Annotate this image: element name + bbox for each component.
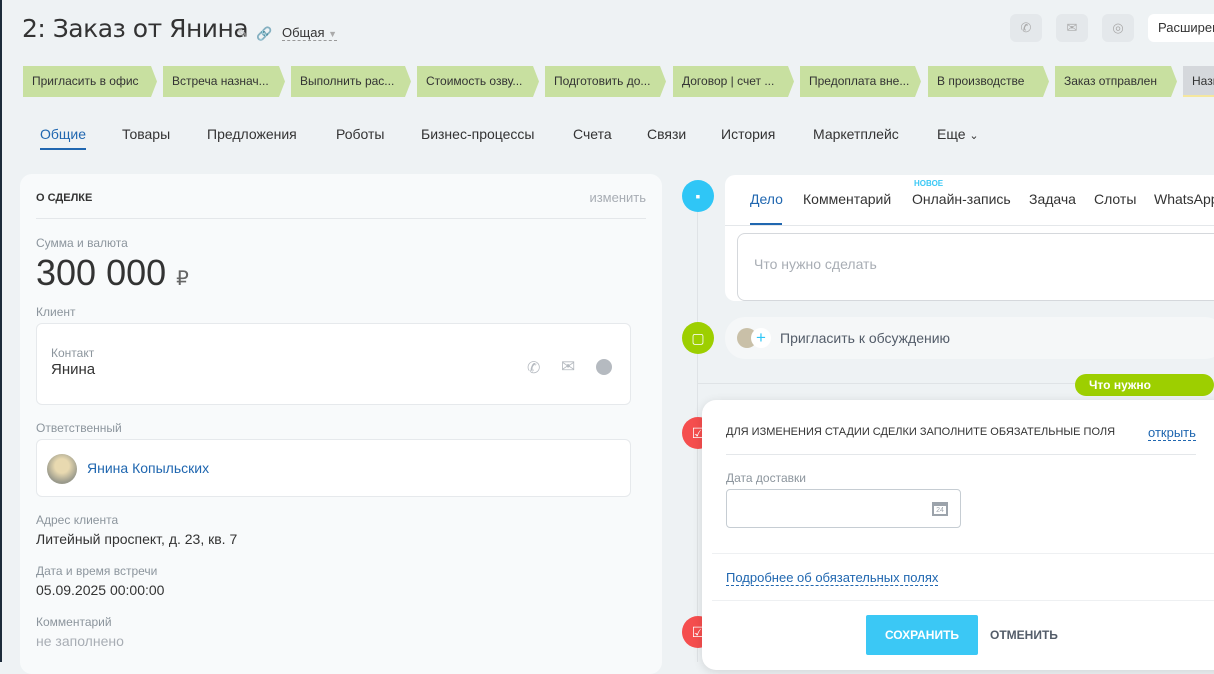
popup-title: ДЛЯ ИЗМЕНЕНИЯ СТАДИИ СДЕЛКИ ЗАПОЛНИТЕ ОБ… [726, 426, 1116, 438]
comment-label: Комментарий [36, 615, 112, 629]
amount: 300 000 [36, 252, 167, 293]
tab-deal[interactable]: Дело [750, 191, 783, 207]
page-title: 2: Заказ от Янина [22, 14, 249, 43]
tab-invoices[interactable]: Счета [573, 126, 612, 142]
save-button[interactable]: СОХРАНИТЬ [866, 615, 978, 655]
active-tab-indicator [40, 148, 86, 150]
phone-button[interactable]: ✆ [1010, 14, 1042, 42]
client-box: Контакт Янина ✆ ✉ [36, 323, 631, 405]
divider [726, 454, 1196, 455]
edit-title-icon[interactable]: ✎ [237, 26, 248, 42]
stage-6[interactable]: Предоплата вне... [800, 66, 921, 97]
tab-more-label: Еще [937, 126, 966, 142]
stage-0[interactable]: Пригласить в офис [23, 66, 157, 97]
address-value: Литейный проспект, д. 23, кв. 7 [36, 531, 238, 547]
meeting-label: Дата и время встречи [36, 564, 158, 578]
phone-icon[interactable]: ✆ [527, 358, 540, 378]
deal-card: О СДЕЛКЕ изменить Сумма и валюта 300 000… [20, 174, 662, 674]
contact-label: Контакт [51, 346, 95, 360]
comment-value: не заполнено [36, 633, 124, 649]
left-edge [0, 0, 2, 662]
tab-products[interactable]: Товары [122, 126, 170, 142]
stage-4[interactable]: Подготовить до... [545, 66, 666, 97]
amount-value: 300 000 ₽ [36, 252, 189, 294]
tab-offers[interactable]: Предложения [207, 126, 297, 142]
contact-name[interactable]: Янина [51, 361, 95, 378]
open-link[interactable]: открыть [1148, 425, 1196, 441]
chat-icon[interactable] [596, 359, 612, 375]
invite-bar[interactable]: + Пригласить к обсуждению [725, 317, 1214, 359]
responsible-name[interactable]: Янина Копыльских [87, 460, 209, 476]
tab-history[interactable]: История [721, 126, 775, 142]
link-icon[interactable]: 🔗 [256, 26, 272, 42]
new-badge: НОВОЕ [914, 179, 944, 188]
divider [712, 553, 1214, 554]
section-title: О СДЕЛКЕ [36, 192, 93, 204]
comment-icon: ▢ [682, 322, 714, 354]
client-label: Клиент [36, 305, 76, 319]
more-info-link[interactable]: Подробнее об обязательных полях [726, 570, 939, 586]
activity-icon: ▪ [682, 180, 714, 212]
email-icon[interactable]: ✉ [561, 357, 575, 377]
extended-button[interactable]: Расширен [1148, 14, 1214, 42]
category-label: Общая [282, 25, 325, 40]
tab-comment[interactable]: Комментарий [803, 191, 891, 207]
stage-8[interactable]: Заказ отправлен [1055, 66, 1177, 97]
stage-3[interactable]: Стоимость озву... [417, 66, 539, 97]
divider [712, 600, 1214, 601]
stage-5[interactable]: Договор | счет ... [673, 66, 794, 97]
tab-business-processes[interactable]: Бизнес-процессы [421, 126, 534, 142]
responsible-label: Ответственный [36, 421, 122, 435]
currency: ₽ [176, 268, 189, 290]
edit-link[interactable]: изменить [589, 190, 646, 205]
calendar-icon[interactable]: 24 [932, 502, 948, 516]
chat-button[interactable]: ◎ [1102, 14, 1134, 42]
tab-slots[interactable]: Слоты [1094, 191, 1136, 207]
tab-general[interactable]: Общие [40, 126, 86, 142]
task-input[interactable]: Что нужно сделать [737, 233, 1214, 301]
chevron-down-icon: ▼ [328, 29, 338, 39]
responsible-box: Янина Копыльских [36, 439, 631, 497]
chevron-down-icon: ⌄ [969, 130, 979, 142]
email-button[interactable]: ✉ [1056, 14, 1088, 42]
amount-label: Сумма и валюта [36, 236, 128, 250]
todo-badge: Что нужно сделать [1075, 374, 1214, 414]
stage-7[interactable]: В производстве [928, 66, 1049, 97]
invite-label: Пригласить к обсуждению [780, 330, 951, 346]
cancel-button[interactable]: ОТМЕНИТЬ [990, 628, 1058, 642]
stage-1[interactable]: Встреча назнач... [163, 66, 285, 97]
plus-icon: + [751, 328, 771, 348]
tab-whatsapp[interactable]: WhatsApp [1154, 191, 1214, 207]
tab-task[interactable]: Задача [1029, 191, 1076, 207]
category-selector[interactable]: Общая ▼ [282, 25, 338, 41]
active-tab-indicator [750, 223, 782, 225]
address-label: Адрес клиента [36, 513, 119, 527]
divider [36, 218, 646, 219]
tab-links[interactable]: Связи [647, 126, 686, 142]
tab-more[interactable]: Еще ⌄ [937, 126, 979, 142]
meeting-value: 05.09.2025 00:00:00 [36, 582, 165, 598]
tab-marketplace[interactable]: Маркетплейс [813, 126, 899, 142]
divider [725, 225, 1214, 226]
delivery-date-label: Дата доставки [726, 471, 806, 485]
avatar [47, 454, 77, 484]
tab-robots[interactable]: Роботы [336, 126, 384, 142]
delivery-date-input[interactable]: 24 [726, 489, 961, 528]
stage-2[interactable]: Выполнить рас... [291, 66, 411, 97]
tab-online-booking[interactable]: Онлайн-запись [912, 191, 1011, 207]
stage-9[interactable]: Назн [1183, 66, 1214, 97]
